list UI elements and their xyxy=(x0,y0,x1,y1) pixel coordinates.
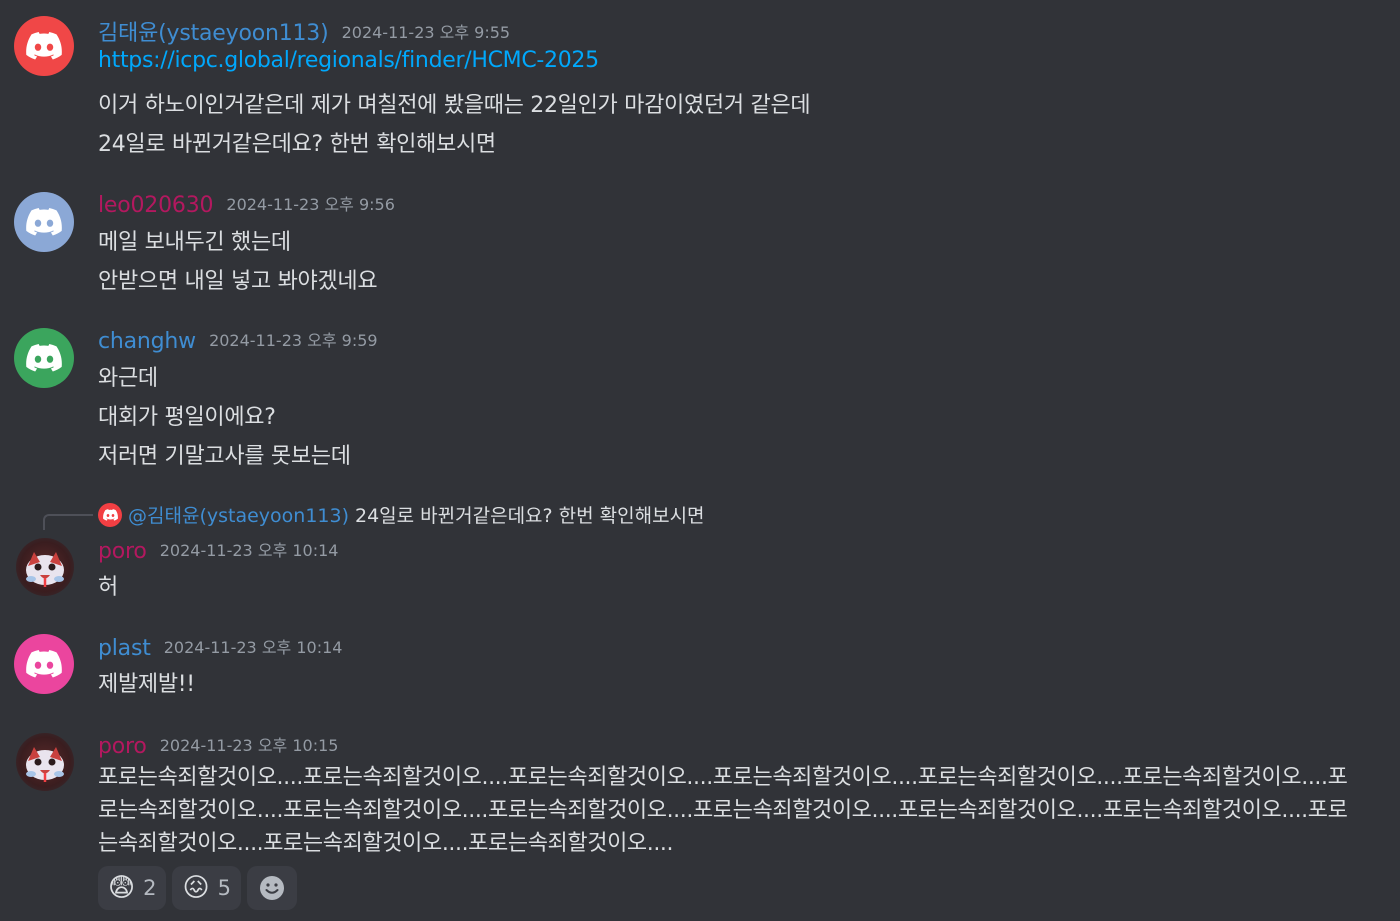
message-line: 24일로 바뀐거같은데요? 한번 확인해보시면 xyxy=(98,132,496,157)
discord-logo-icon xyxy=(26,344,62,372)
reaction-count: 2 xyxy=(143,876,157,900)
discord-logo-icon xyxy=(102,508,118,521)
reply-mention[interactable]: @김태윤(ystaeyoon113) xyxy=(128,501,349,528)
reaction-confounded[interactable]: 😖 5 xyxy=(172,866,241,910)
message-line: 이거 하노이인거같은데 제가 며칠전에 봤을때는 22일인가 마감이였던거 같은… xyxy=(98,93,811,118)
message-line: 메일 보내두긴 했는데 xyxy=(98,230,291,255)
avatar[interactable] xyxy=(14,192,74,252)
message-header: poro 2024-11-23 오후 10:15 xyxy=(98,732,338,759)
avatar[interactable] xyxy=(16,538,74,596)
add-reaction-button[interactable] xyxy=(246,866,297,910)
username[interactable]: leo020630 xyxy=(98,193,213,218)
message-line: 저러면 기말고사를 못보는데 xyxy=(98,444,351,469)
reply-connector xyxy=(43,514,93,530)
message-header: poro 2024-11-23 오후 10:14 xyxy=(98,537,338,564)
username[interactable]: 김태윤(ystaeyoon113) xyxy=(98,21,329,46)
avatar[interactable] xyxy=(14,328,74,388)
reply-preview[interactable]: @김태윤(ystaeyoon113) 24일로 바뀐거같은데요? 한번 확인해보… xyxy=(98,501,705,528)
username[interactable]: poro xyxy=(98,734,147,759)
poro-avatar-icon xyxy=(26,747,64,782)
add-reaction-icon xyxy=(259,876,284,900)
message-line: 허 xyxy=(98,575,118,600)
timestamp: 2024-11-23 오후 10:15 xyxy=(159,736,339,755)
avatar[interactable] xyxy=(14,16,74,76)
timestamp: 2024-11-23 오후 9:56 xyxy=(226,195,395,214)
message-line: 제발제발!! xyxy=(98,672,195,697)
message-line: 대회가 평일이에요? xyxy=(98,405,276,430)
reply-avatar xyxy=(98,502,122,527)
discord-logo-icon xyxy=(26,650,62,678)
message-header: leo020630 2024-11-23 오후 9:56 xyxy=(98,191,395,218)
message-line: 와근데 xyxy=(98,366,158,391)
message-link[interactable]: https://icpc.global/regionals/finder/HCM… xyxy=(98,48,599,73)
reaction-bar: 😨 2 😖 5 xyxy=(98,866,297,910)
avatar[interactable] xyxy=(14,634,74,694)
username[interactable]: poro xyxy=(98,539,147,564)
username[interactable]: changhw xyxy=(98,329,196,354)
message-line: 안받으면 내일 넣고 봐야겠네요 xyxy=(98,269,378,294)
avatar[interactable] xyxy=(16,733,74,791)
timestamp: 2024-11-23 오후 10:14 xyxy=(159,541,339,560)
reaction-count: 5 xyxy=(217,876,231,900)
discord-logo-icon xyxy=(26,32,62,60)
timestamp: 2024-11-23 오후 9:55 xyxy=(341,23,511,42)
poro-avatar-icon xyxy=(26,552,64,587)
timestamp: 2024-11-23 오후 9:59 xyxy=(209,331,378,350)
message-header: 김태윤(ystaeyoon113) 2024-11-23 오후 9:55 xyxy=(98,15,510,47)
discord-logo-icon xyxy=(26,208,62,236)
message-text: 포로는속죄할것이오....포로는속죄할것이오....포로는속죄할것이오....포… xyxy=(98,765,1348,856)
message-header: changhw 2024-11-23 오후 9:59 xyxy=(98,327,378,354)
confounded-face-icon: 😖 xyxy=(182,873,210,903)
anxious-face-icon: 😨 xyxy=(108,873,136,903)
timestamp: 2024-11-23 오후 10:14 xyxy=(163,638,343,657)
username[interactable]: plast xyxy=(98,636,151,661)
reaction-anxious[interactable]: 😨 2 xyxy=(98,866,167,910)
message-header: plast 2024-11-23 오후 10:14 xyxy=(98,634,342,661)
reply-quote: 24일로 바뀐거같은데요? 한번 확인해보시면 xyxy=(355,505,705,527)
